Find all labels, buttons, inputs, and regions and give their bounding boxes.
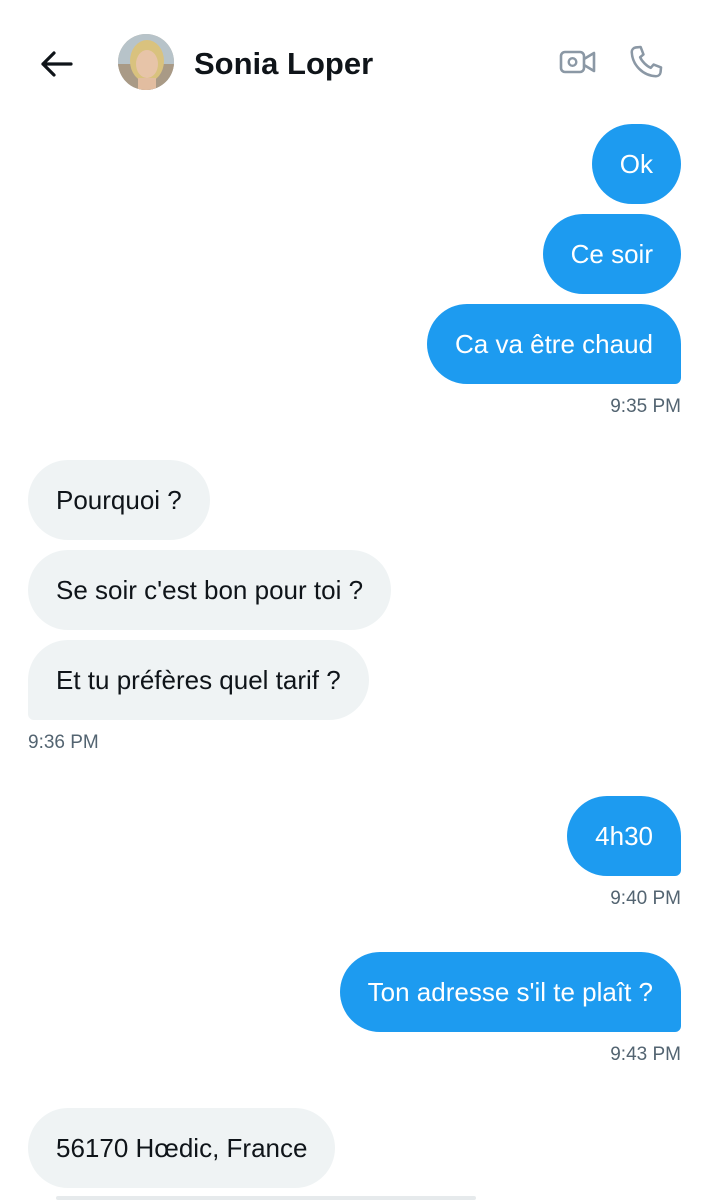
video-camera-icon	[559, 50, 596, 74]
message-bubble-incoming[interactable]: Se soir c'est bon pour toi ?	[28, 550, 392, 630]
phone-call-button[interactable]	[624, 42, 668, 82]
next-message-edge	[56, 1196, 476, 1200]
message-bubble-outgoing[interactable]: Ton adresse s'il te plaît ?	[339, 952, 681, 1032]
message-timestamp: 9:40 PM	[610, 888, 681, 909]
avatar[interactable]	[118, 34, 174, 90]
message-bubble-outgoing[interactable]: Ce soir	[542, 214, 681, 294]
video-call-button[interactable]	[556, 42, 600, 82]
conversation-header: Sonia Loper	[0, 0, 709, 124]
message-bubble-incoming[interactable]: Pourquoi ?	[28, 460, 210, 540]
message-timestamp: 9:43 PM	[610, 1044, 681, 1065]
message-bubble-outgoing[interactable]: Ca va être chaud	[426, 304, 681, 384]
phone-icon	[630, 45, 663, 78]
back-button[interactable]	[36, 44, 76, 84]
message-bubble-incoming[interactable]: Et tu préfères quel tarif ?	[28, 640, 369, 720]
message-bubble-outgoing[interactable]: Ok	[591, 124, 681, 204]
conversation-screen: Sonia Loper Ok Ce soir Ca va être chaud …	[0, 0, 709, 1200]
message-timestamp: 9:36 PM	[28, 732, 99, 753]
profile-photo	[118, 34, 174, 90]
message-bubble-outgoing[interactable]: 4h30	[567, 796, 681, 876]
contact-name[interactable]: Sonia Loper	[194, 44, 373, 84]
message-timestamp: 9:35 PM	[610, 396, 681, 417]
message-bubble-incoming[interactable]: 56170 Hœdic, France	[28, 1108, 336, 1188]
arrow-left-icon	[41, 51, 73, 77]
